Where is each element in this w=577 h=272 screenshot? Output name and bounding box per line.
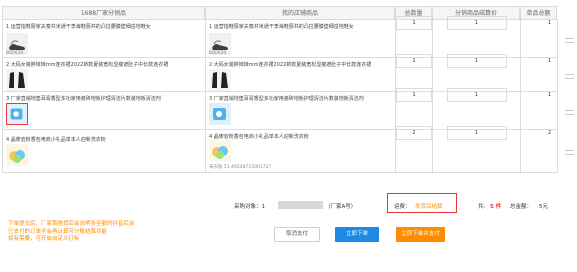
price-input[interactable]: 1	[446, 126, 507, 140]
product-name: 2 大码女装胖妹妹mm连衣裙2022新款夏装宽松显瘦遮肚子中长款连衣裙	[209, 62, 372, 68]
buyer-label: 采购对象：1	[234, 204, 265, 210]
my-product-cell: 3 厂家直销地垫耳膏香型多功家用瓷砖地板护理清洁片数装地板清洁剂	[205, 91, 396, 130]
factory-product-cell: 4 晶傣岩粉香包电商小礼品单本人迎新洗衣粉	[2, 129, 206, 173]
table-row: 4 晶傣岩粉香包电商小礼品单本人迎新洗衣粉 4 晶傣岩粉香包电商小礼品单本人迎新…	[2, 126, 558, 173]
my-product-cell: 1 运营指鞋厨家夫泰共米通干李海鞋厨共的凸拉腰膝壁细岳地鞋女 B00630	[205, 19, 396, 58]
buyer-masked	[278, 201, 323, 209]
product-sku: B00630	[209, 51, 227, 56]
product-thumb-dress[interactable]	[6, 69, 28, 91]
quantity-input[interactable]: 2	[396, 126, 432, 140]
product-thumb-dress[interactable]	[209, 69, 231, 91]
item-total: 2	[547, 130, 551, 136]
quantity-input[interactable]: 1	[396, 16, 432, 30]
order-table: 1 运营指鞋厨家夫泰共米通干李海鞋厨共的凸拉腰膝壁细岳地鞋女 B00630 1 …	[2, 16, 558, 173]
my-product-cell: 4 晶傣岩粉香包电商小礼品单本人迎新洗衣粉 未农粉 51:49248715001…	[205, 129, 396, 173]
my-product-cell: 2 大码女装胖妹妹mm连衣裙2022新款夏装宽松显瘦遮肚子中长款连衣裙	[205, 57, 396, 92]
product-name: 1 运营指鞋厨家夫泰共米通干李海鞋厨共的凸拉腰膝壁细岳地鞋女	[209, 24, 354, 30]
price-input[interactable]: 1	[446, 16, 507, 30]
count-label: 共:	[478, 204, 486, 210]
factory-product-cell: 2 大码女装胖妹妹mm连衣裙2022新款夏装宽松显瘦遮肚子中长款连衣裙	[2, 57, 206, 92]
product-name: 3 厂家直销地垫耳膏香型多功家用瓷砖地板护理清洁片数装地板清洁剂	[6, 96, 161, 102]
factory-product-cell: 3 厂家直销地垫耳膏香型多功家用瓷砖地板护理清洁片数装地板清洁剂	[2, 91, 206, 130]
cancel-button[interactable]: 取消支付	[274, 227, 320, 242]
table-row: 1 运营指鞋厨家夫泰共米通干李海鞋厨共的凸拉腰膝壁细岳地鞋女 B00630 1 …	[2, 16, 558, 58]
amount-label: 总金额：	[510, 204, 533, 210]
buyer-suffix: （厂家A号）	[325, 204, 357, 210]
product-thumb-cleaner[interactable]	[6, 103, 28, 125]
item-total: 1	[547, 92, 551, 98]
product-name: 4 晶傣岩粉香包电商小礼品单本人迎新洗衣粉	[209, 134, 309, 140]
order-summary: 采购对象：1 （厂家A号） 运费： 发货后结算 共: 5 件 总金额： 5元	[2, 196, 557, 215]
product-thumb-detergent[interactable]	[209, 140, 231, 162]
product-thumb-cleaner[interactable]	[209, 103, 231, 125]
col-header-mine: 我的店铺商品	[205, 6, 395, 19]
quantity-input[interactable]: 1	[396, 88, 432, 102]
order-and-pay-button[interactable]: 立即下单并支付	[396, 227, 445, 242]
item-total: 1	[547, 58, 551, 64]
price-input[interactable]: 1	[446, 88, 507, 102]
amount-value: 5元	[539, 204, 548, 210]
freight-highlight	[387, 193, 457, 213]
col-header-factory: 1688厂家分销品	[2, 6, 205, 19]
price-input[interactable]: 1	[446, 54, 507, 68]
product-name: 2 大码女装胖妹妹mm连衣裙2022新款夏装宽松显瘦遮肚子中长款连衣裙	[6, 62, 169, 68]
factory-product-cell: 1 运营指鞋厨家夫泰共米通干李海鞋厨共的凸拉腰膝壁细岳地鞋女 B00630	[2, 19, 206, 58]
count-value: 5 件	[490, 204, 502, 210]
row-drag-handle-icon[interactable]	[565, 74, 574, 79]
order-notice: 下单提交后，厂家首物货后会说明多至额的抖音后台 已支付的订单不会再计算可分账结算…	[8, 221, 135, 242]
product-name: 4 晶傣岩粉香包电商小礼品单本人迎新洗衣粉	[6, 137, 106, 143]
row-drag-handle-icon[interactable]	[565, 150, 574, 155]
product-sku: B00630	[6, 51, 24, 56]
order-button[interactable]: 立即下单	[335, 227, 379, 242]
quantity-input[interactable]: 1	[396, 54, 432, 68]
product-name: 3 厂家直销地垫耳膏香型多功家用瓷砖地板护理清洁片数装地板清洁剂	[209, 96, 364, 102]
product-sku: 未农粉 51:49248715001727	[209, 165, 272, 170]
row-drag-handle-icon[interactable]	[565, 38, 574, 43]
table-row: 2 大码女装胖妹妹mm连衣裙2022新款夏装宽松显瘦遮肚子中长款连衣裙 2 大码…	[2, 54, 558, 92]
item-total: 1	[547, 20, 551, 26]
col-header-total: 单品总额	[520, 6, 557, 19]
table-row: 3 厂家直销地垫耳膏香型多功家用瓷砖地板护理清洁片数装地板清洁剂 3 厂家直销地…	[2, 88, 558, 130]
row-drag-handle-icon[interactable]	[565, 110, 574, 115]
product-thumb-detergent[interactable]	[6, 144, 28, 166]
product-name: 1 运营指鞋厨家夫泰共米通干李海鞋厨共的凸拉腰膝壁细岳地鞋女	[6, 24, 151, 30]
